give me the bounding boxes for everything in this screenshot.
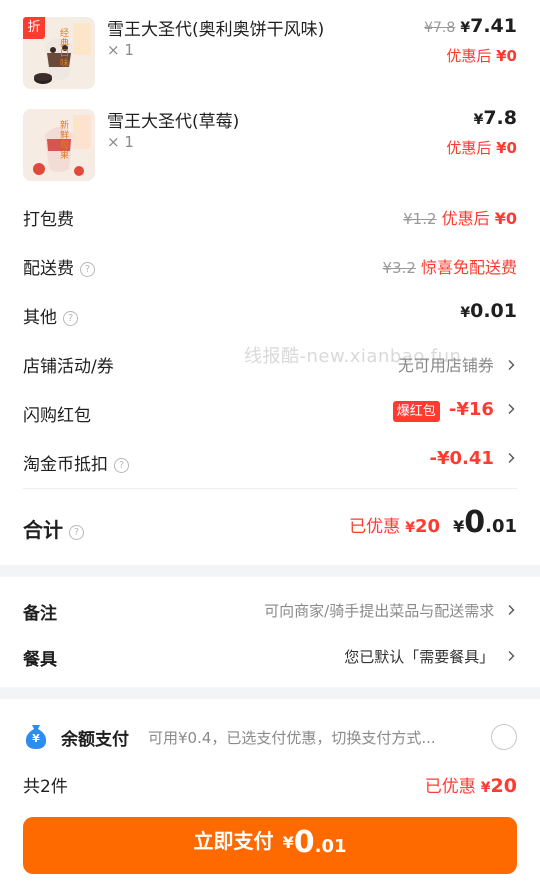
cutlery-label: 餐具 [23, 650, 57, 670]
flash-red-packet-selector[interactable]: 爆红包 -¥16 [392, 399, 517, 422]
payment-radio[interactable] [491, 724, 517, 750]
packing-fee-value: ¥1.2 优惠后 ¥0 [403, 209, 517, 228]
item-count: 共2件 [23, 777, 68, 797]
current-price: 7.41 [470, 15, 517, 37]
payment-method-desc[interactable]: 可用¥0.4，已选支付优惠，切换支付方式... [148, 727, 436, 748]
discount-badge: 折 [23, 17, 45, 39]
product-name: 雪王大圣代(草莓) [107, 112, 240, 132]
other-fee-label: 其他? [23, 303, 78, 328]
remark-input[interactable]: 可向商家/骑手提出菜品与配送需求 [264, 600, 517, 621]
total-saved-value: 20 [414, 516, 440, 537]
footer-saved: 已优惠 ¥20 [424, 775, 517, 797]
product-name: 雪王大圣代(奥利奥饼干风味) [107, 20, 325, 40]
store-coupon-label: 店铺活动/券 [23, 357, 114, 377]
help-icon[interactable]: ? [63, 311, 78, 326]
total-amount-int: 0 [464, 505, 486, 540]
chevron-right-icon [508, 651, 515, 661]
chevron-right-icon [508, 453, 515, 463]
total-value: 已优惠 ¥20 ¥0.01 [349, 505, 517, 540]
delivery-fee-label: 配送费? [23, 254, 95, 279]
taojin-coin-selector[interactable]: -¥0.41 [430, 448, 518, 469]
pay-button-label: 立即支付 [193, 829, 274, 853]
remark-label: 备注 [23, 604, 57, 624]
watermark: 线报酷-new.xianbao.fun [244, 346, 462, 367]
notes-card: 备注 可向商家/骑手提出菜品与配送需求 餐具 您已默认「需要餐具」 [0, 577, 540, 687]
flash-red-packet-label: 闪购红包 [23, 406, 91, 426]
pay-amount-dec: .01 [314, 836, 347, 857]
packing-fee-label: 打包费 [23, 210, 74, 230]
order-card: 折 经典口味 雪王大圣代(奥利奥饼干风味) × 1 ¥7.8 ¥7.41 优惠后… [0, 0, 540, 565]
pay-amount-int: 0 [293, 825, 315, 860]
cutlery-selector[interactable]: 您已默认「需要餐具」 [344, 646, 517, 667]
thumb-label: 经典口味 [58, 28, 68, 68]
thumb-label: 新鲜莓果 [58, 120, 68, 160]
discounted-price: 优惠后 ¥0 [446, 47, 517, 65]
chevron-right-icon [508, 404, 515, 414]
total-saved-label: 已优惠 [349, 517, 401, 537]
original-price: ¥7.8 [424, 20, 456, 36]
help-icon[interactable]: ? [80, 262, 95, 277]
chevron-right-icon [508, 605, 515, 615]
total-amount-dec: .01 [485, 516, 517, 537]
help-icon[interactable]: ? [114, 458, 129, 473]
product-price: ¥7.8 ¥7.41 [424, 15, 517, 37]
red-packet-badge: 爆红包 [392, 401, 440, 422]
help-icon[interactable]: ? [69, 525, 84, 540]
taojin-coin-label: 淘金币抵扣? [23, 450, 129, 475]
discounted-price: 优惠后 ¥0 [446, 139, 517, 157]
other-fee-value: ¥0.01 [460, 300, 517, 322]
chevron-right-icon [508, 360, 515, 370]
pay-now-button[interactable]: 立即支付 ¥0.01 [23, 817, 517, 874]
current-price: 7.8 [483, 107, 517, 129]
delivery-fee-value: ¥3.2 惊喜免配送费 [382, 258, 517, 277]
money-bag-icon: ¥ [23, 722, 49, 750]
product-quantity: × 1 [107, 133, 134, 151]
payment-method-label: 余额支付 [61, 730, 129, 750]
product-quantity: × 1 [107, 41, 134, 59]
divider [23, 488, 517, 489]
total-label: 合计? [23, 514, 84, 543]
product-price: ¥7.8 [473, 107, 517, 129]
